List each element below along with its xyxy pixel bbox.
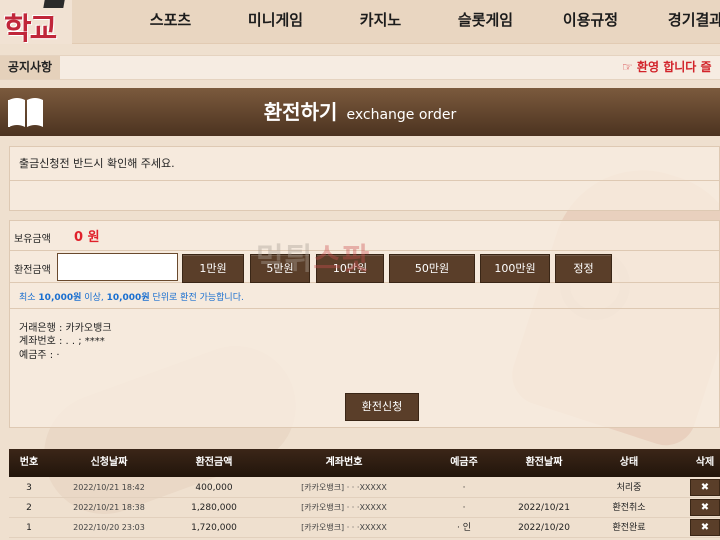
add-500k-button[interactable]: 50만원 bbox=[389, 254, 475, 283]
cell-done-date: 2022/10/21 bbox=[518, 503, 570, 513]
cell-request-date: 2022/10/21 18:38 bbox=[73, 503, 145, 512]
delete-icon[interactable]: ✖ bbox=[690, 479, 720, 496]
col-account: 계좌번호 bbox=[325, 457, 363, 468]
notice-marquee[interactable]: ☞ 환영 합니다 즐 bbox=[622, 56, 712, 79]
info-message: 출금신청전 반드시 확인해 주세요. bbox=[10, 147, 719, 181]
col-no: 번호 bbox=[19, 457, 39, 468]
cell-done-date bbox=[504, 478, 584, 498]
delete-icon[interactable]: ✖ bbox=[690, 519, 720, 536]
page-title-bar: 환전하기 exchange order bbox=[0, 88, 720, 136]
page-title-main: 환전하기 bbox=[263, 100, 338, 124]
notice-label: 공지사항 bbox=[0, 56, 60, 79]
cell-no: 1 bbox=[26, 523, 32, 533]
cell-done-date: 2022/10/20 bbox=[518, 523, 570, 533]
balance-row: 보유금액 0 원 bbox=[10, 221, 720, 251]
cell-account: [카카오뱅크] · · ·XXXXX bbox=[301, 483, 387, 492]
table-row: 1 2022/10/20 23:03 1,720,000 [카카오뱅크] · ·… bbox=[9, 518, 720, 538]
cell-status: 환전취소 bbox=[612, 503, 646, 513]
cell-no: 3 bbox=[26, 483, 32, 493]
cell-holder: · bbox=[462, 483, 466, 493]
cell-amount: 1,720,000 bbox=[191, 523, 237, 533]
notice-bar: 공지사항 ☞ 환영 합니다 즐 bbox=[0, 55, 720, 80]
page-title-sub: exchange order bbox=[346, 107, 457, 123]
balance-label: 보유금액 bbox=[14, 234, 51, 245]
table-row: 3 2022/10/21 18:42 400,000 [카카오뱅크] · · ·… bbox=[9, 478, 720, 498]
amount-input[interactable] bbox=[57, 253, 178, 281]
account-info: 거래은행 : 카카오뱅크 계좌번호 : . . ; **** 예금주 : · bbox=[10, 309, 720, 369]
holder-line: 예금주 : · bbox=[19, 350, 60, 361]
logo-text: 학교 bbox=[4, 12, 57, 47]
cell-status: 환전완료 bbox=[612, 523, 646, 533]
cell-no: 2 bbox=[26, 503, 32, 513]
nav-slot[interactable]: 슬롯게임 bbox=[433, 0, 538, 44]
page-title: 환전하기 exchange order bbox=[0, 88, 720, 136]
col-done-date: 환전날짜 bbox=[525, 457, 563, 468]
col-request-date: 신청날짜 bbox=[90, 457, 128, 468]
nav-casino[interactable]: 카지노 bbox=[328, 0, 433, 44]
cell-holder: · bbox=[462, 503, 466, 513]
col-amount: 환전금액 bbox=[195, 457, 233, 468]
add-1m-button[interactable]: 100만원 bbox=[480, 254, 550, 283]
balance-value: 0 원 bbox=[74, 230, 100, 245]
nav-minigame[interactable]: 미니게임 bbox=[223, 0, 328, 44]
amount-label: 환전금액 bbox=[14, 265, 51, 276]
cell-holder: · 인 bbox=[456, 523, 471, 533]
nav-results[interactable]: 경기결과 bbox=[643, 0, 720, 44]
cell-status: 처리중 bbox=[616, 483, 642, 493]
col-holder: 예금주 bbox=[450, 457, 478, 468]
col-delete: 삭제 bbox=[695, 457, 715, 468]
add-50k-button[interactable]: 5만원 bbox=[250, 254, 310, 283]
top-navigation-bar: 학교 스포츠 미니게임 카지노 슬롯게임 이용규정 경기결과 bbox=[0, 0, 720, 47]
exchange-hint: 최소 10,000원 이상, 10,000원 단위로 환전 가능합니다. bbox=[19, 293, 244, 303]
cell-request-date: 2022/10/20 23:03 bbox=[73, 523, 145, 532]
table-row: 2 2022/10/21 18:38 1,280,000 [카카오뱅크] · ·… bbox=[9, 498, 720, 518]
amount-row: 환전금액 1만원 5만원 10만원 50만원 100만원 정정 bbox=[10, 251, 720, 283]
cell-account: [카카오뱅크] · · ·XXXXX bbox=[301, 503, 387, 512]
add-10k-button[interactable]: 1만원 bbox=[182, 254, 244, 283]
nav-sports[interactable]: 스포츠 bbox=[118, 0, 223, 44]
cell-request-date: 2022/10/21 18:42 bbox=[73, 483, 145, 492]
add-100k-button[interactable]: 10만원 bbox=[316, 254, 384, 283]
site-logo[interactable]: 학교 bbox=[0, 0, 72, 47]
table-header: 번호 신청날짜 환전금액 계좌번호 예금주 환전날짜 상태 삭제 bbox=[9, 449, 720, 477]
main-nav: 스포츠 미니게임 카지노 슬롯게임 이용규정 경기결과 bbox=[118, 0, 720, 44]
delete-icon[interactable]: ✖ bbox=[690, 499, 720, 516]
submit-exchange-button[interactable]: 환전신청 bbox=[345, 393, 419, 421]
cell-account: [카카오뱅크] · · ·XXXXX bbox=[301, 523, 387, 532]
nav-rules[interactable]: 이용규정 bbox=[538, 0, 643, 44]
col-status: 상태 bbox=[619, 457, 639, 468]
hint-row: 최소 10,000원 이상, 10,000원 단위로 환전 가능합니다. bbox=[10, 283, 720, 309]
cell-amount: 400,000 bbox=[195, 483, 233, 493]
reset-button[interactable]: 정정 bbox=[555, 254, 612, 283]
account-line: 계좌번호 : . . ; **** bbox=[19, 336, 105, 347]
info-panel: 출금신청전 반드시 확인해 주세요. bbox=[9, 146, 720, 211]
cell-amount: 1,280,000 bbox=[191, 503, 237, 513]
